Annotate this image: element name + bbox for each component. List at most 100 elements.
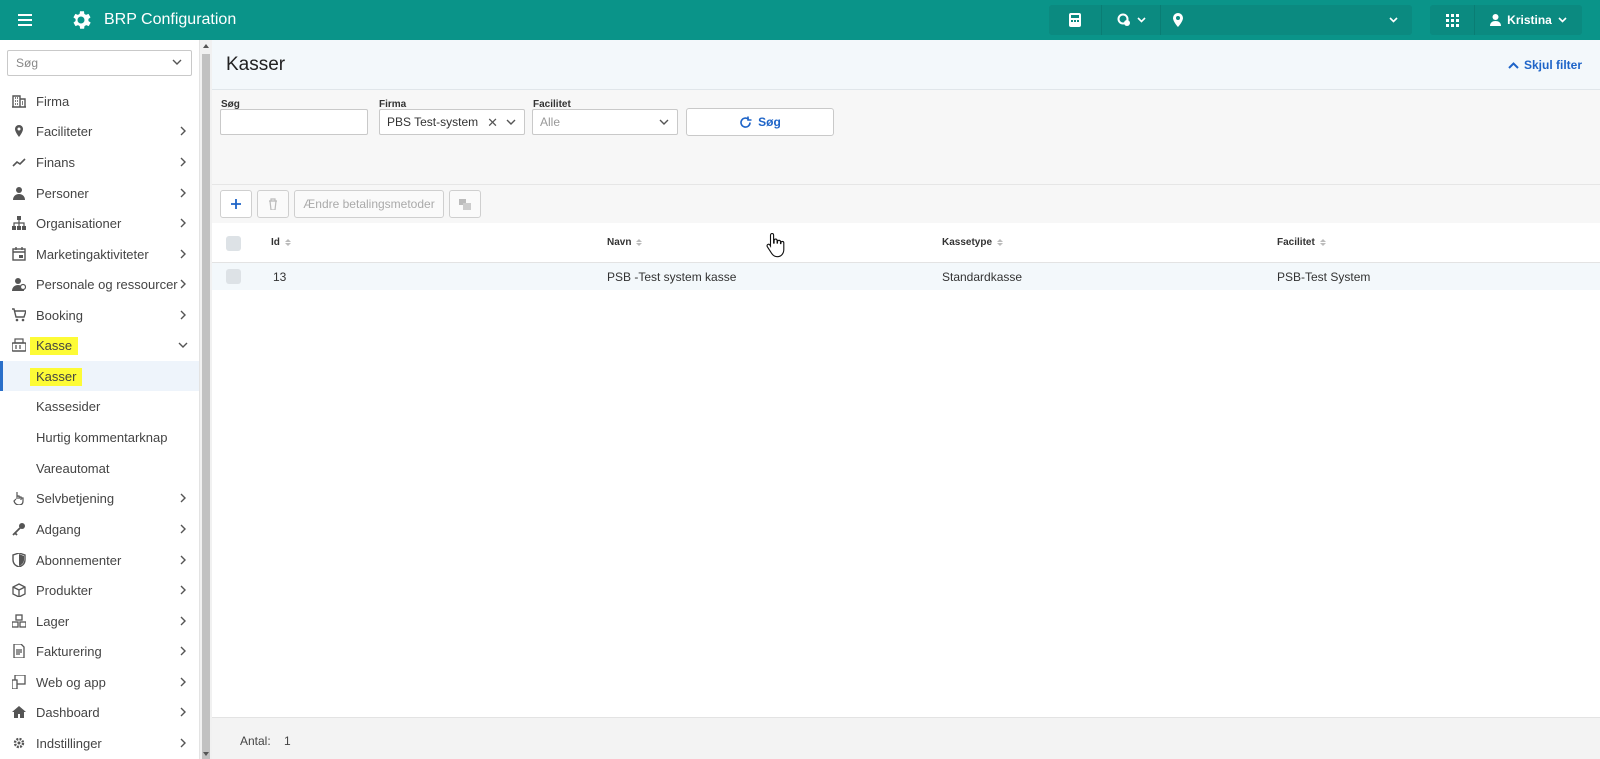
sidebar-subitem-vareautomat[interactable]: Vareautomat [0, 453, 199, 483]
search-input[interactable] [220, 109, 368, 135]
sidebar-item-firma[interactable]: Firma [0, 86, 199, 116]
location-settings-dropdown[interactable] [1102, 5, 1160, 35]
firma-select[interactable]: PBS Test-system ✕ [379, 109, 525, 135]
facilitet-select[interactable]: Alle [532, 109, 678, 135]
chevron-right-icon [180, 493, 186, 503]
sidebar-item-adgang[interactable]: Adgang [0, 514, 199, 544]
sidebar-item-lager[interactable]: Lager [0, 606, 199, 636]
sidebar-search-select[interactable]: Søg [7, 50, 192, 76]
add-button[interactable] [220, 190, 252, 218]
count-value: 1 [284, 734, 291, 748]
copy-button[interactable] [449, 190, 481, 218]
table-row[interactable]: 13 PSB -Test system kasse Standardkasse … [212, 263, 1600, 290]
sidebar-item-kasse[interactable]: Kasse [0, 330, 199, 360]
calculator-button[interactable] [1049, 5, 1101, 35]
sidebar-item-fakturering[interactable]: Fakturering [0, 636, 199, 666]
key-icon [12, 523, 25, 536]
sidebar-item-dashboard[interactable]: Dashboard [0, 697, 199, 727]
cart-icon [12, 308, 26, 322]
staff-icon [12, 278, 26, 291]
chevron-down-icon [506, 119, 516, 125]
user-menu-button[interactable]: Kristina [1475, 5, 1582, 35]
copy-icon [459, 198, 471, 210]
sidebar-scrollbar[interactable] [200, 40, 212, 759]
apps-grid-icon [1445, 13, 1459, 27]
facility-selector[interactable] [1161, 5, 1412, 35]
column-header-kassetype[interactable]: Kassetype [942, 237, 1004, 248]
plus-icon [231, 199, 241, 209]
sidebar-item-selvbetjening[interactable]: Selvbetjening [0, 483, 199, 513]
column-header-facilitet[interactable]: Facilitet [1277, 237, 1326, 248]
calendar-icon [12, 247, 26, 261]
sidebar: Søg Firma Faciliteter Finans Personer Or… [0, 40, 200, 759]
column-header-id[interactable]: Id [271, 237, 291, 248]
sidebar-item-web-og-app[interactable]: Web og app [0, 667, 199, 697]
sidebar-item-abonnementer[interactable]: Abonnementer [0, 545, 199, 575]
sort-icon [284, 239, 291, 246]
scrollbar-thumb[interactable] [202, 54, 210, 759]
user-group: Kristina [1430, 5, 1582, 35]
top-bar: BRP Configuration Kristina [0, 0, 1600, 40]
delete-button[interactable] [257, 190, 289, 218]
apps-grid-button[interactable] [1430, 5, 1474, 35]
table-footer: Antal: 1 [212, 717, 1600, 759]
map-pin-icon [1173, 13, 1183, 27]
hide-filter-label: Skjul filter [1523, 58, 1582, 72]
page-header: Kasser Skjul filter [212, 40, 1600, 90]
org-chart-icon [12, 216, 26, 230]
cell-kassetype: Standardkasse [942, 270, 1023, 284]
top-actions-group [1049, 5, 1412, 35]
chevron-right-icon [180, 524, 186, 534]
sidebar-item-organisationer[interactable]: Organisationer [0, 208, 199, 238]
cell-id: 13 [273, 270, 287, 284]
chevron-right-icon [180, 616, 186, 626]
hide-filter-button[interactable]: Skjul filter [1508, 58, 1582, 72]
sidebar-item-produkter[interactable]: Produkter [0, 575, 199, 605]
sidebar-item-indstillinger[interactable]: Indstillinger [0, 728, 199, 758]
sidebar-subitem-label: Kasser [30, 368, 83, 386]
sidebar-item-booking[interactable]: Booking [0, 300, 199, 330]
chevron-right-icon [180, 218, 186, 228]
chevron-right-icon [180, 279, 186, 289]
chevron-right-icon [180, 677, 186, 687]
gear-icon [73, 11, 91, 29]
scroll-up-arrow-icon[interactable] [203, 44, 209, 48]
app-title: BRP Configuration [104, 11, 237, 28]
filter-bar: Søg Firma PBS Test-system ✕ Facilitet Al… [212, 90, 1600, 184]
sidebar-item-finans[interactable]: Finans [0, 147, 199, 177]
trend-line-icon [12, 158, 26, 167]
chevron-right-icon [180, 707, 186, 717]
sidebar-subitem-hurtig-kommentarknap[interactable]: Hurtig kommentarknap [0, 422, 199, 452]
hamburger-menu-icon[interactable] [18, 11, 36, 29]
hand-icon [13, 492, 24, 505]
cell-navn[interactable]: PSB -Test system kasse [607, 270, 736, 284]
clear-icon[interactable]: ✕ [487, 115, 498, 131]
sidebar-subitem-kasser[interactable]: Kasser [0, 361, 199, 391]
change-payment-methods-button[interactable]: Ændre betalingsmetoder [294, 190, 444, 218]
sidebar-item-label: Kasse [30, 337, 79, 355]
sidebar-item-personale-og-ressourcer[interactable]: Personale og ressourcer [0, 269, 199, 299]
cash-register-icon [12, 338, 26, 352]
devices-icon [12, 675, 26, 689]
chevron-right-icon [180, 157, 186, 167]
chevron-right-icon [180, 555, 186, 565]
facilitet-placeholder: Alle [540, 115, 561, 129]
sidebar-subitem-kassesider[interactable]: Kassesider [0, 391, 199, 421]
sidebar-item-faciliteter[interactable]: Faciliteter [0, 116, 199, 146]
sidebar-item-personer[interactable]: Personer [0, 178, 199, 208]
sidebar-item-marketingaktiviteter[interactable]: Marketingaktiviteter [0, 239, 199, 269]
column-header-navn[interactable]: Navn [607, 237, 643, 248]
chevron-right-icon [180, 188, 186, 198]
sort-icon [997, 239, 1004, 246]
search-button[interactable]: Søg [686, 108, 834, 136]
row-checkbox[interactable] [226, 269, 241, 284]
chevron-right-icon [180, 126, 186, 136]
chevron-down-icon [659, 119, 669, 125]
scroll-down-arrow-icon[interactable] [203, 752, 209, 756]
main-content: Kasser Skjul filter Søg Firma PBS Test-s… [212, 40, 1600, 759]
trash-icon [269, 198, 277, 210]
sort-icon [636, 239, 643, 246]
cell-facilitet: PSB-Test System [1277, 270, 1371, 284]
chevron-down-icon [1558, 17, 1567, 23]
select-all-checkbox[interactable] [226, 236, 241, 251]
